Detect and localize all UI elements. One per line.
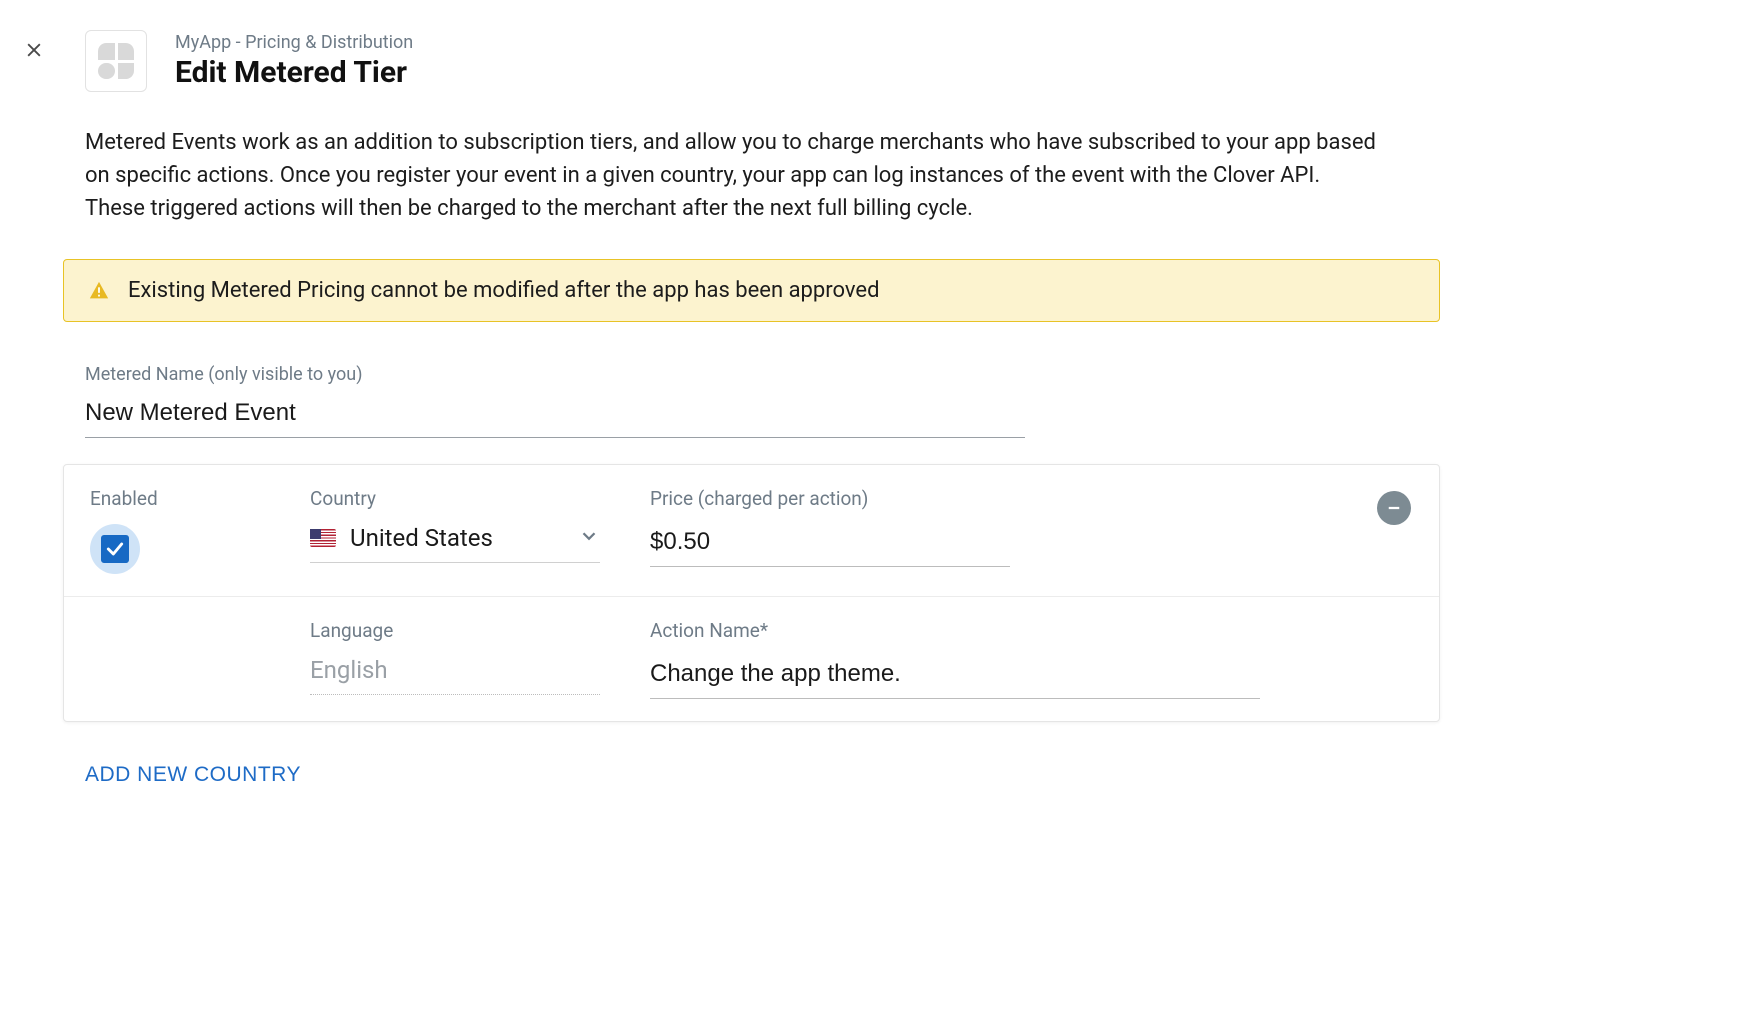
header: MyApp - Pricing & Distribution Edit Mete… bbox=[85, 30, 1400, 92]
country-label: Country bbox=[310, 487, 630, 510]
page-title: Edit Metered Tier bbox=[175, 55, 413, 90]
add-country-button[interactable]: ADD NEW COUNTRY bbox=[85, 763, 301, 787]
warning-text: Existing Metered Pricing cannot be modif… bbox=[128, 278, 879, 303]
country-value: United States bbox=[350, 524, 493, 552]
app-icon bbox=[85, 30, 147, 92]
clover-icon bbox=[98, 43, 134, 79]
breadcrumb: MyApp - Pricing & Distribution bbox=[175, 32, 413, 53]
enabled-label: Enabled bbox=[90, 487, 290, 510]
warning-banner: Existing Metered Pricing cannot be modif… bbox=[63, 259, 1440, 322]
us-flag-icon bbox=[310, 529, 336, 547]
chevron-down-icon bbox=[578, 525, 600, 552]
country-select[interactable]: United States bbox=[310, 524, 600, 563]
check-icon bbox=[105, 539, 125, 559]
price-input[interactable] bbox=[650, 524, 1010, 567]
language-value: English bbox=[310, 656, 388, 684]
language-label: Language bbox=[310, 619, 630, 642]
country-card: Enabled Country United States bbox=[63, 464, 1440, 722]
enabled-checkbox[interactable] bbox=[90, 524, 140, 574]
close-icon bbox=[24, 40, 44, 60]
description-text: Metered Events work as an addition to su… bbox=[85, 126, 1385, 225]
warning-icon bbox=[88, 280, 110, 302]
metered-name-label: Metered Name (only visible to you) bbox=[85, 364, 1400, 385]
action-name-input[interactable] bbox=[650, 656, 1260, 699]
remove-country-button[interactable] bbox=[1377, 491, 1411, 525]
price-label: Price (charged per action) bbox=[650, 487, 1311, 510]
minus-icon bbox=[1385, 499, 1403, 517]
close-button[interactable] bbox=[20, 36, 48, 64]
language-select[interactable]: English bbox=[310, 656, 600, 695]
action-name-label: Action Name* bbox=[650, 619, 1311, 642]
metered-name-input[interactable] bbox=[85, 395, 1025, 438]
